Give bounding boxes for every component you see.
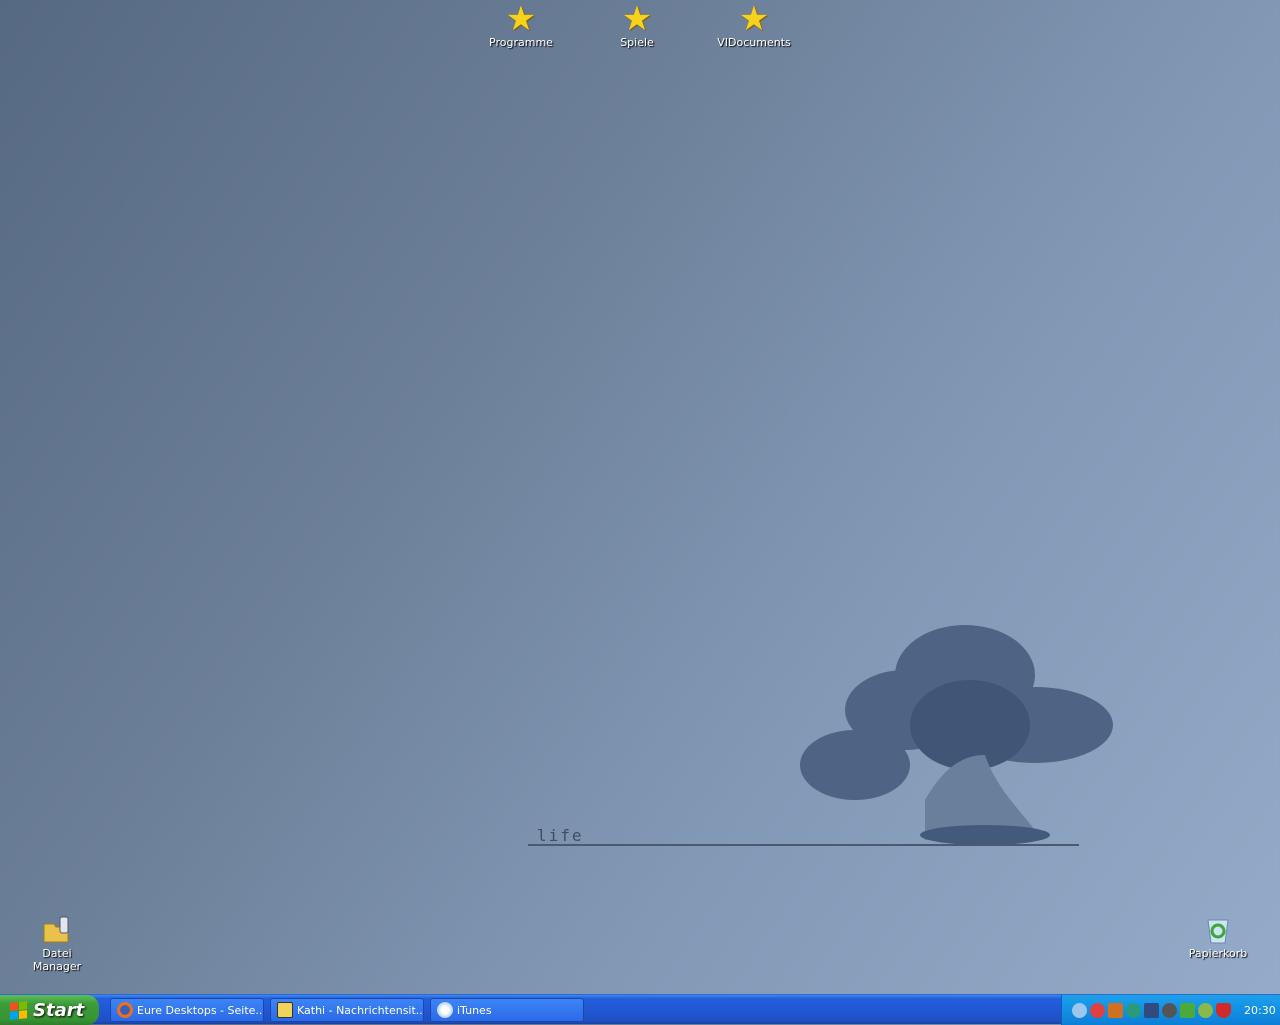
taskbar: Start Eure Desktops - Seite... Kathi - N… <box>0 994 1280 1025</box>
network-icon[interactable] <box>1144 1002 1159 1018</box>
wallpaper-text: life <box>537 826 584 845</box>
task-button-firefox[interactable]: Eure Desktops - Seite... <box>110 998 264 1022</box>
icon-label: Programme <box>489 36 553 49</box>
desktop-icon-programme[interactable]: ★ Programme <box>481 2 561 49</box>
star-icon: ★ <box>738 0 770 39</box>
task-button-messenger[interactable]: Kathi - Nachrichtensit... <box>270 998 424 1022</box>
task-label: iTunes <box>457 1003 492 1017</box>
messenger-icon <box>277 1002 293 1018</box>
desktop-icon-papierkorb[interactable]: Papierkorb <box>1178 913 1258 960</box>
desktop-icon-vidocuments[interactable]: ★ VIDocuments <box>714 2 794 49</box>
speaker-icon[interactable] <box>1162 1002 1177 1018</box>
itunes-icon[interactable] <box>1072 1002 1087 1018</box>
desktop-icon-datei-manager[interactable]: Datei Manager <box>17 913 97 973</box>
headset-icon[interactable] <box>1198 1002 1213 1018</box>
safely-remove-icon[interactable] <box>1180 1002 1195 1018</box>
security-shield-icon[interactable] <box>1216 1002 1231 1018</box>
folder-phone-icon <box>43 916 69 943</box>
icon-label: Papierkorb <box>1188 947 1248 960</box>
task-button-itunes[interactable]: iTunes <box>430 998 584 1022</box>
recycle-bin-icon <box>1207 919 1229 944</box>
system-tray: 20:30 <box>1061 995 1280 1025</box>
clock[interactable]: 20:30 <box>1244 1004 1276 1017</box>
itunes-icon <box>437 1002 453 1018</box>
volume-icon[interactable] <box>1108 1002 1123 1018</box>
wallpaper-line <box>528 844 1079 846</box>
icon-label: Datei Manager <box>32 947 82 973</box>
start-button[interactable]: Start <box>0 995 99 1025</box>
task-label: Kathi - Nachrichtensit... <box>297 1003 424 1017</box>
star-icon: ★ <box>505 0 537 39</box>
icon-label: VIDocuments <box>717 36 791 49</box>
windows-logo-icon <box>10 1000 27 1020</box>
star-icon: ★ <box>621 0 653 39</box>
stop-icon[interactable] <box>1090 1002 1105 1018</box>
desktop-icon-spiele[interactable]: ★ Spiele <box>597 2 677 49</box>
bonsai-tree-wallpaper <box>800 625 1113 845</box>
firefox-icon <box>117 1002 133 1018</box>
start-label: Start <box>33 999 85 1021</box>
icon-label: Spiele <box>620 36 654 49</box>
logitech-icon[interactable] <box>1126 1002 1141 1018</box>
task-label: Eure Desktops - Seite... <box>137 1003 264 1017</box>
